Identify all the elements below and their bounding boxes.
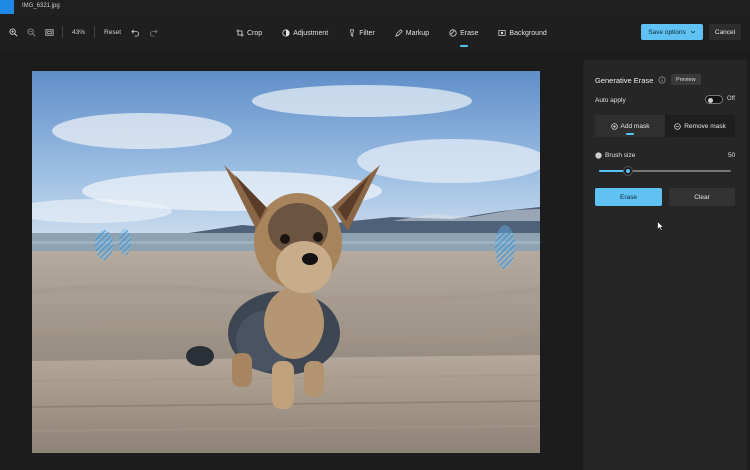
tool-label: Adjustment xyxy=(293,29,329,37)
tool-label: Filter xyxy=(359,29,375,37)
editor-toolbar: 43% Reset Crop Adjustment Filter Markup xyxy=(0,14,750,50)
auto-apply-state: Off xyxy=(727,96,735,102)
edit-tools: Crop Adjustment Filter Markup Erase Back… xyxy=(226,24,557,47)
brush-size-slider[interactable] xyxy=(599,167,731,175)
chevron-down-icon xyxy=(690,30,695,34)
auto-apply-toggle[interactable] xyxy=(705,95,723,104)
tool-filter[interactable]: Filter xyxy=(338,24,385,42)
file-title: IMG_6321.jpg xyxy=(22,3,60,9)
tool-label: Markup xyxy=(405,29,430,37)
mask-mode-selector: Add mask Remove mask xyxy=(595,115,735,137)
panel-title: Generative Erase xyxy=(595,76,654,85)
reset-button[interactable]: Reset xyxy=(101,29,124,36)
photo[interactable] xyxy=(32,71,540,453)
tool-adjustment[interactable]: Adjustment xyxy=(272,24,338,42)
toolbar-divider xyxy=(94,26,96,38)
adjustment-icon xyxy=(282,29,290,37)
zoom-out-icon[interactable] xyxy=(24,25,38,39)
info-icon[interactable] xyxy=(658,76,666,84)
remove-mask-icon xyxy=(674,122,681,130)
zoom-in-icon[interactable] xyxy=(6,25,20,39)
remove-mask-button[interactable]: Remove mask xyxy=(665,115,735,137)
save-options-label: Save options xyxy=(648,28,686,36)
mouse-cursor-icon xyxy=(657,221,664,231)
crop-icon xyxy=(236,29,244,37)
save-options-button[interactable]: Save options xyxy=(641,24,703,40)
brush-size-value: 50 xyxy=(728,152,736,159)
brush-size-label: Brush size xyxy=(605,152,636,159)
tool-label: Crop xyxy=(247,29,263,37)
image-canvas[interactable] xyxy=(0,50,580,470)
redo-icon[interactable] xyxy=(146,25,160,39)
tool-label: Erase xyxy=(460,29,479,37)
add-mask-button[interactable]: Add mask xyxy=(595,115,665,137)
erase-icon xyxy=(449,29,457,37)
add-mask-label: Add mask xyxy=(620,122,650,130)
erase-button[interactable]: Erase xyxy=(595,188,662,206)
preview-badge: Preview xyxy=(671,74,701,85)
markup-icon xyxy=(395,29,403,37)
title-bar: IMG_6321.jpg xyxy=(0,0,750,14)
tool-label: Background xyxy=(509,29,547,37)
zoom-controls: 43% Reset xyxy=(6,24,160,40)
fit-to-window-icon[interactable] xyxy=(42,25,56,39)
undo-icon[interactable] xyxy=(128,25,142,39)
app-icon xyxy=(0,0,14,14)
clear-button[interactable]: Clear xyxy=(669,188,735,206)
tool-background[interactable]: Background xyxy=(488,24,556,42)
slider-thumb[interactable] xyxy=(624,167,633,175)
background-icon xyxy=(498,30,506,36)
filter-icon xyxy=(350,29,355,37)
erase-panel: Generative Erase Preview Auto apply Off … xyxy=(583,60,747,470)
toolbar-divider xyxy=(62,26,63,38)
toggle-knob xyxy=(708,97,713,103)
tool-erase[interactable]: Erase xyxy=(439,24,488,47)
add-mask-icon xyxy=(610,122,618,130)
brush-icon xyxy=(595,152,602,159)
tool-crop[interactable]: Crop xyxy=(226,24,272,42)
cancel-button[interactable]: Cancel xyxy=(709,24,741,40)
auto-apply-label: Auto apply xyxy=(595,97,626,104)
remove-mask-label: Remove mask xyxy=(684,122,726,130)
tool-markup[interactable]: Markup xyxy=(385,24,439,42)
zoom-level[interactable]: 43% xyxy=(69,29,88,36)
